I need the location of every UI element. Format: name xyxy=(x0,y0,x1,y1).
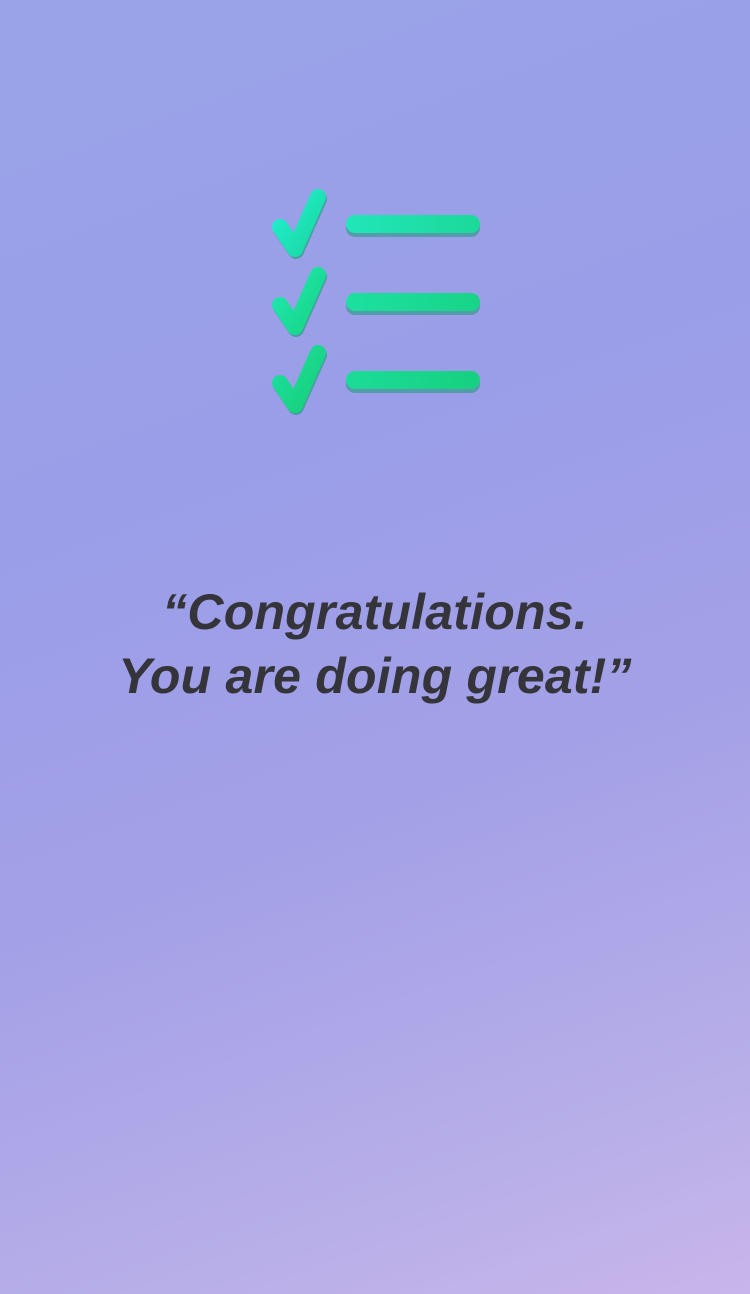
message-line-2: You are doing great!” xyxy=(118,648,632,704)
checklist-bar xyxy=(346,293,480,311)
checklist-row-1 xyxy=(272,189,480,259)
checklist-bar xyxy=(346,371,480,389)
checkmark-icon xyxy=(272,345,326,413)
message-line-1: “Congratulations. xyxy=(162,584,588,640)
congratulations-screen: “Congratulations. You are doing great!” xyxy=(0,0,750,1294)
congratulations-message: “Congratulations. You are doing great!” xyxy=(0,580,750,708)
checklist-row-3 xyxy=(272,345,480,415)
checklist-icon xyxy=(272,189,480,415)
checkmark-icon xyxy=(272,267,326,335)
checklist-row-2 xyxy=(272,267,480,337)
checkmark-icon xyxy=(272,189,326,257)
checklist-bar xyxy=(346,215,480,233)
